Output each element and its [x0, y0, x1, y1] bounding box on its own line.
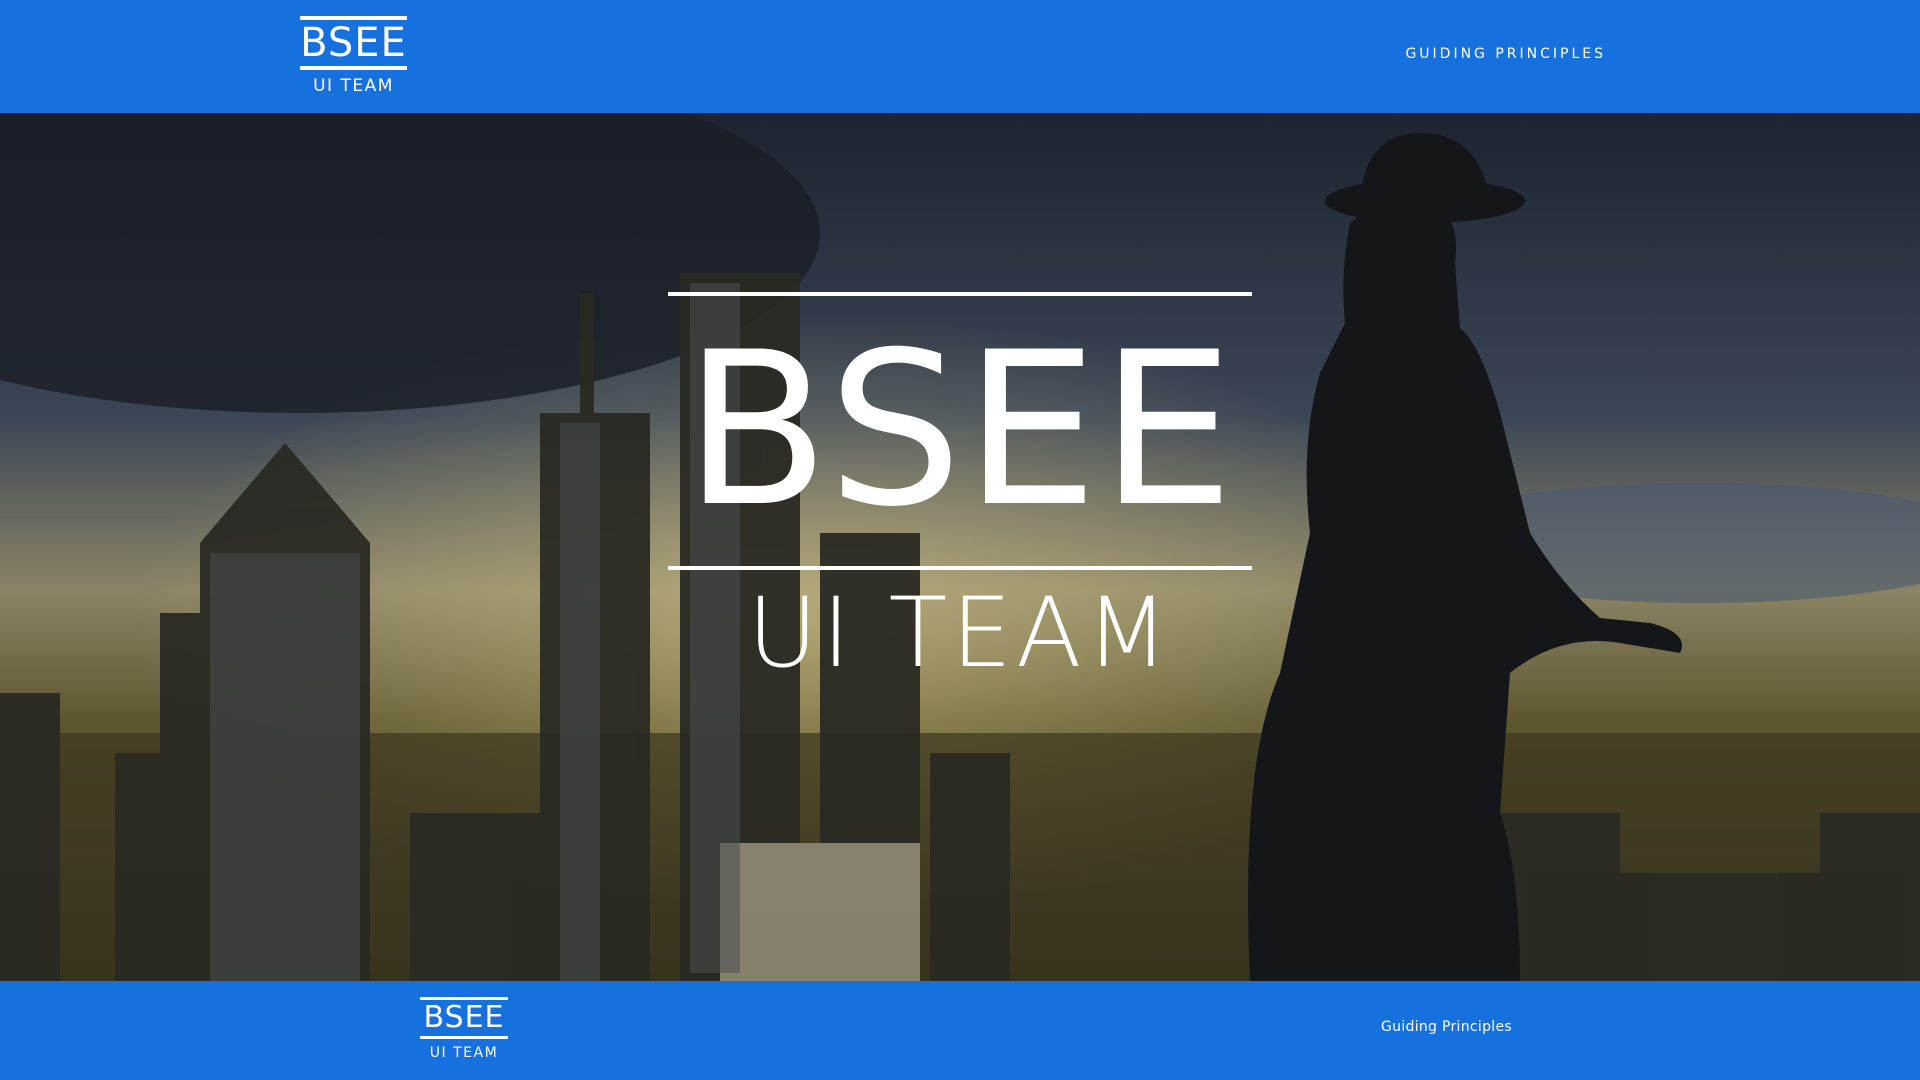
hero-title-block: BSEE UI TEAM	[668, 292, 1252, 688]
logo-middle-rule	[420, 1036, 508, 1039]
logo-title: BSEE	[423, 1000, 505, 1035]
logo-subtitle: UI TEAM	[313, 76, 394, 96]
header-logo[interactable]: BSEE UI TEAM	[300, 16, 407, 97]
hero-banner: BSEE UI TEAM	[0, 113, 1920, 981]
footer-nav-guiding-principles[interactable]: Guiding Principles	[1381, 1019, 1512, 1035]
hero-subtitle: UI TEAM	[747, 577, 1173, 689]
logo-middle-rule	[300, 66, 407, 70]
hero-title: BSEE	[683, 306, 1237, 553]
hero-top-rule	[668, 292, 1252, 296]
logo-title: BSEE	[300, 20, 407, 66]
site-header: BSEE UI TEAM GUIDING PRINCIPLES	[0, 0, 1920, 113]
hero-middle-rule	[668, 566, 1252, 570]
footer-logo[interactable]: BSEE UI TEAM	[420, 997, 508, 1062]
nav-guiding-principles[interactable]: GUIDING PRINCIPLES	[1405, 46, 1606, 62]
site-footer: BSEE UI TEAM Guiding Principles	[0, 981, 1920, 1080]
logo-subtitle: UI TEAM	[429, 1045, 499, 1061]
